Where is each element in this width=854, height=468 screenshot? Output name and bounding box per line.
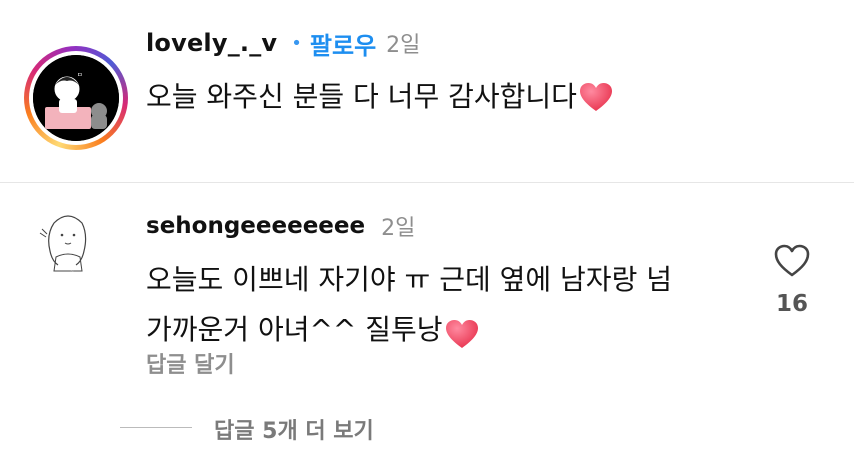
avatar-image: ㅁ bbox=[33, 55, 119, 141]
caption-text: 오늘 와주신 분들 다 너무 감사합니다 bbox=[146, 80, 577, 113]
reply-button[interactable]: 답글 달기 bbox=[146, 347, 235, 379]
follow-button[interactable]: 팔로우 bbox=[310, 26, 376, 61]
more-replies-line bbox=[120, 427, 192, 428]
story-avatar[interactable]: ㅁ bbox=[24, 46, 128, 150]
separator-dot: • bbox=[291, 32, 302, 54]
post-time: 2일 bbox=[386, 33, 421, 58]
heart-outline-icon[interactable] bbox=[772, 241, 812, 281]
like-count: 16 bbox=[775, 291, 808, 317]
post-header: lovely_._v • 팔로우 2일 bbox=[146, 26, 420, 60]
heart-emoji-icon bbox=[445, 315, 479, 348]
comment: ~ sehongeeeeeeee 2일 오늘도 이쁘네 자기야 ㅠ 근데 옆에 … bbox=[0, 183, 854, 468]
post-caption: ㅁ lovely_._v • 팔로우 2일 오늘 와주신 분들 다 너무 감사합… bbox=[0, 0, 854, 182]
post-username[interactable]: lovely_._v bbox=[146, 29, 277, 57]
post-caption-text: 오늘 와주신 분들 다 너무 감사합니다 bbox=[146, 78, 613, 116]
comment-text-line: 오늘도 이쁘네 자기야 ㅠ 근데 옆에 남자랑 넘 bbox=[146, 255, 706, 305]
comment-avatar[interactable]: ~ bbox=[32, 205, 104, 277]
comment-time: 2일 bbox=[381, 216, 416, 241]
comment-text: 오늘도 이쁘네 자기야 ㅠ 근데 옆에 남자랑 넘 가까운거 아녀^^ 질투낭 bbox=[146, 255, 706, 355]
view-more-replies-button[interactable]: 답글 5개 더 보기 bbox=[214, 413, 374, 445]
comment-username[interactable]: sehongeeeeeeee bbox=[146, 213, 365, 239]
comment-text-line1: 오늘도 이쁘네 자기야 ㅠ 근데 옆에 남자랑 넘 bbox=[146, 263, 672, 296]
heart-emoji-icon bbox=[579, 82, 613, 112]
svg-text:~: ~ bbox=[70, 269, 74, 275]
svg-text:ㅁ: ㅁ bbox=[77, 72, 83, 79]
comment-header: sehongeeeeeeee 2일 bbox=[146, 209, 415, 243]
